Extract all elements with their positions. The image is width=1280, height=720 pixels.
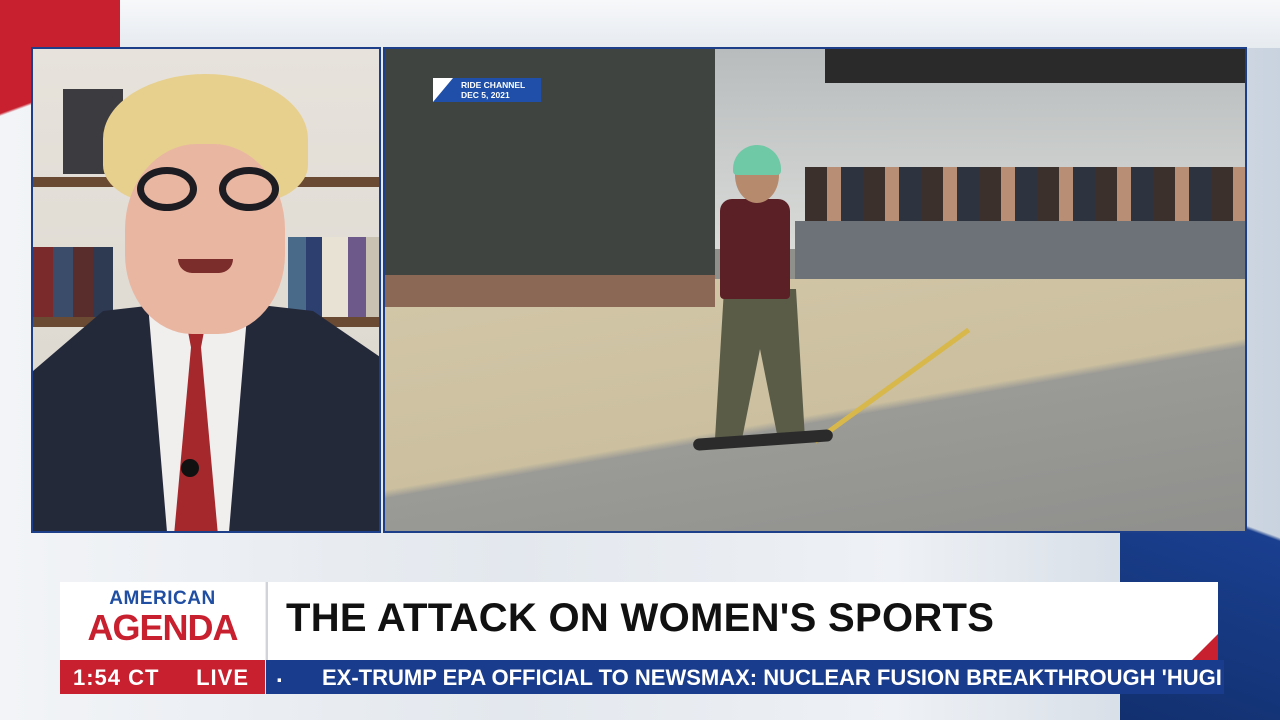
ticker-bullet: . bbox=[276, 661, 283, 688]
lapel-mic-icon bbox=[181, 459, 199, 477]
crowd bbox=[805, 167, 1245, 227]
news-ticker: . EX-TRUMP EPA OFFICIAL TO NEWSMAX: NUCL… bbox=[266, 660, 1224, 694]
source-date: DEC 5, 2021 bbox=[461, 90, 510, 100]
logo-bottom-text: AGENDA bbox=[87, 607, 238, 648]
skate-ramp bbox=[385, 279, 1245, 531]
guest-video-panel bbox=[31, 47, 381, 533]
guest-glasses bbox=[133, 167, 285, 213]
arena-ceiling bbox=[825, 49, 1245, 83]
show-logo: AMERICAN AGENDA bbox=[60, 582, 265, 660]
studio-top-band bbox=[0, 0, 1280, 48]
time-live-bar: 1:54 CT LIVE bbox=[60, 660, 265, 694]
skater-shirt bbox=[720, 199, 790, 299]
time-display: 1:54 CT bbox=[73, 665, 160, 690]
source-channel: RIDE CHANNEL bbox=[461, 80, 526, 90]
footage-video-panel: RIDE CHANNEL DEC 5, 2021 bbox=[383, 47, 1247, 533]
guest-mouth bbox=[178, 259, 233, 273]
corner-accent bbox=[1192, 634, 1218, 660]
live-badge: LIVE bbox=[196, 665, 249, 690]
books bbox=[288, 237, 379, 317]
headline-text: THE ATTACK ON WOMEN'S SPORTS bbox=[286, 596, 995, 640]
headline-bar: THE ATTACK ON WOMEN'S SPORTS bbox=[266, 582, 1218, 660]
ticker-text: EX-TRUMP EPA OFFICIAL TO NEWSMAX: NUCLEA… bbox=[322, 665, 1222, 690]
brick-ledge bbox=[385, 275, 715, 307]
source-tag: RIDE CHANNEL DEC 5, 2021 bbox=[433, 78, 541, 102]
books bbox=[33, 247, 113, 317]
